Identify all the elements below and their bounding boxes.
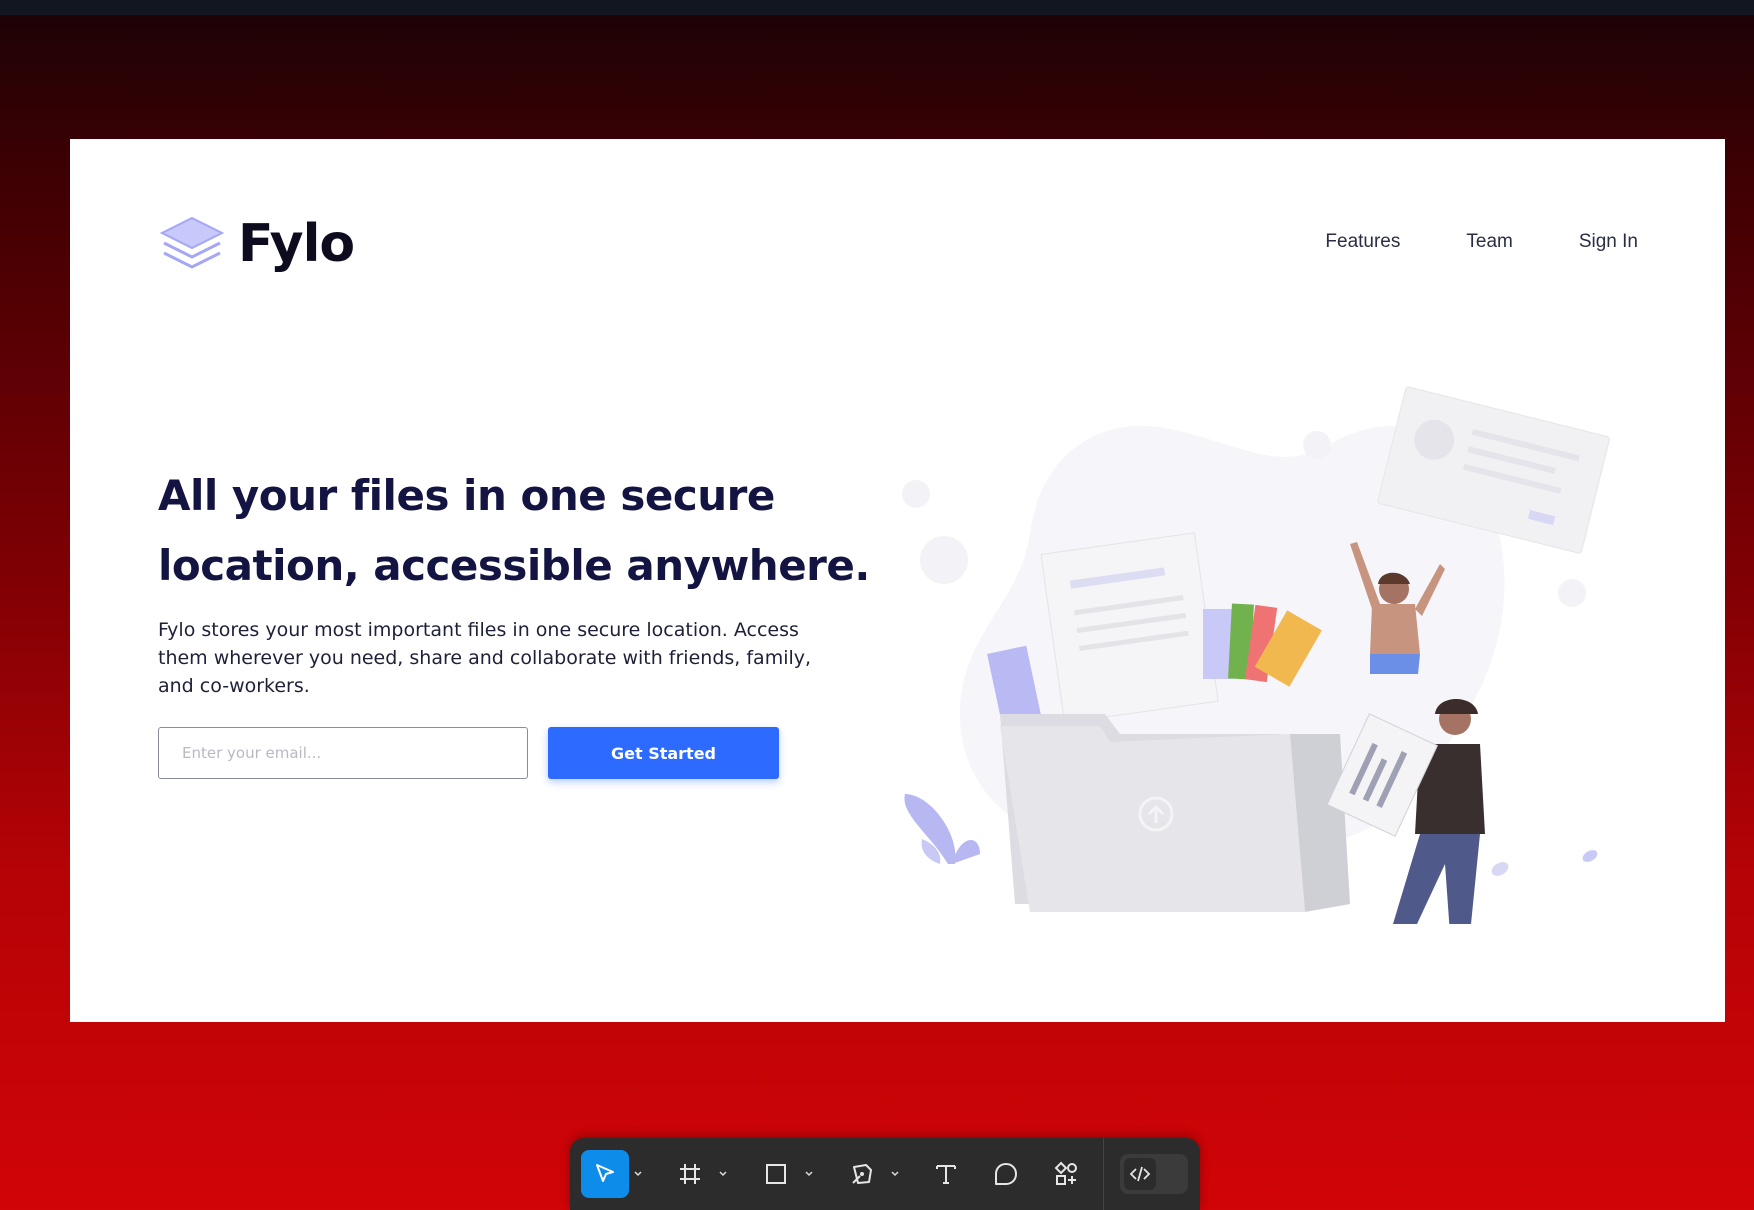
layers-icon [159, 216, 225, 269]
nav-sign-in[interactable]: Sign In [1579, 231, 1638, 253]
landing-page-frame: Fylo Features Team Sign In All your file… [70, 139, 1725, 1022]
rectangle-icon [766, 1164, 786, 1184]
logo-text: Fylo [238, 214, 355, 274]
move-tool[interactable] [581, 1150, 629, 1198]
people-with-file-folder-illustration [902, 386, 1610, 924]
window-top-bar [0, 0, 1754, 15]
pen-tool[interactable] [838, 1150, 886, 1198]
chevron-down-icon[interactable] [632, 1168, 644, 1180]
nav-team[interactable]: Team [1466, 231, 1512, 253]
pen-icon [852, 1164, 872, 1184]
components-tool[interactable] [1042, 1150, 1090, 1198]
hero-description: Fylo stores your most important files in… [158, 619, 812, 697]
text-icon [936, 1165, 956, 1184]
dev-mode-toggle[interactable] [1120, 1154, 1188, 1194]
nav-features[interactable]: Features [1325, 231, 1400, 253]
chevron-down-icon[interactable] [717, 1168, 729, 1180]
frame-tool[interactable] [666, 1150, 714, 1198]
text-tool[interactable] [922, 1150, 970, 1198]
cursor-icon [596, 1164, 614, 1182]
code-icon [1129, 1166, 1151, 1182]
design-toolbar [570, 1138, 1200, 1210]
dev-mode-knob [1124, 1158, 1156, 1190]
hero-headline: All your files in one secure location, a… [158, 471, 870, 590]
comment-tool[interactable] [982, 1150, 1030, 1198]
comment-icon [995, 1163, 1017, 1185]
components-icon [1054, 1161, 1077, 1185]
logo[interactable]: Fylo [158, 209, 355, 279]
rectangle-tool[interactable] [752, 1150, 800, 1198]
toolbar-divider [1103, 1138, 1104, 1210]
main-nav: Features Team Sign In [1325, 231, 1638, 253]
email-input[interactable] [158, 727, 528, 779]
chevron-down-icon[interactable] [803, 1168, 815, 1180]
get-started-button[interactable]: Get Started [548, 727, 779, 779]
frame-icon [680, 1164, 700, 1184]
chevron-down-icon[interactable] [889, 1168, 901, 1180]
